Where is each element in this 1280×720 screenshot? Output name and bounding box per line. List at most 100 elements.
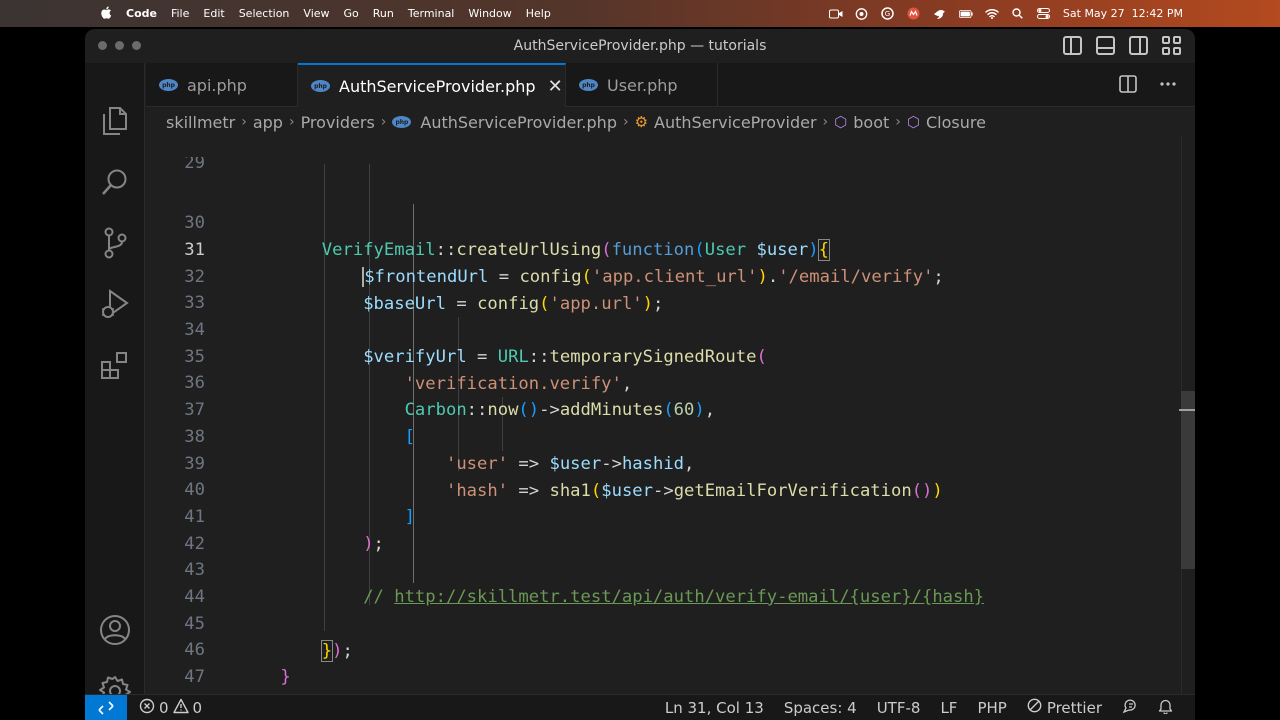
php-file-icon: php	[159, 79, 178, 91]
menu-file[interactable]: File	[171, 7, 189, 20]
breadcrumb: skillmetr › app › Providers › php AuthSe…	[146, 108, 1195, 136]
line-number: 29	[184, 157, 205, 170]
code-line: 44	[146, 557, 1195, 607]
menu-view[interactable]: View	[303, 7, 329, 20]
mail-icon[interactable]	[907, 7, 921, 20]
title-bar: AuthServiceProvider.php — tutorials	[85, 29, 1195, 63]
menu-help[interactable]: Help	[526, 7, 551, 20]
toggle-panel-icon[interactable]	[1096, 36, 1115, 55]
run-debug-icon[interactable]	[99, 288, 131, 320]
toggle-primary-sidebar-icon[interactable]	[1063, 36, 1082, 55]
remote-indicator-icon[interactable]	[85, 694, 127, 720]
chevron-right-icon: ›	[822, 114, 829, 130]
camera-icon[interactable]	[828, 8, 843, 20]
breadcrumb-item[interactable]: Providers	[301, 113, 375, 132]
tab-label: api.php	[187, 75, 247, 95]
language-mode[interactable]: PHP	[977, 699, 1006, 717]
tab-label: AuthServiceProvider.php	[339, 76, 536, 96]
chevron-right-icon: ›	[380, 114, 387, 130]
menu-run[interactable]: Run	[373, 7, 394, 20]
screen-share-icon[interactable]	[855, 7, 869, 20]
menubar-datetime[interactable]: Sat May 27 12:42 PM	[1063, 7, 1183, 20]
breadcrumb-item[interactable]: AuthServiceProvider.php	[420, 113, 617, 132]
code-line-current: 31 $frontendUrl = config('app.client_url…	[146, 210, 1195, 287]
search-icon[interactable]	[1011, 8, 1025, 20]
breadcrumb-item[interactable]: boot	[853, 113, 889, 132]
cursor-position[interactable]: Ln 31, Col 13	[665, 699, 764, 717]
macos-menu-bar: Code File Edit Selection View Go Run Ter…	[0, 0, 1280, 27]
tab-api-php[interactable]: php api.php	[146, 63, 298, 107]
error-icon	[139, 698, 155, 718]
menu-go[interactable]: Go	[344, 7, 359, 20]
menu-window[interactable]: Window	[468, 7, 511, 20]
encoding[interactable]: UTF-8	[877, 699, 921, 717]
apple-icon[interactable]	[98, 6, 114, 22]
source-control-icon[interactable]	[99, 227, 131, 259]
menu-app-name[interactable]: Code	[126, 7, 157, 20]
code-line: 43 // http://skillmetr.test/api/auth/ver…	[146, 530, 1195, 607]
vscode-window: AuthServiceProvider.php — tutorials php …	[85, 29, 1195, 720]
code-line: 35 'verification.verify',	[146, 317, 1195, 394]
code-editor[interactable]: 29 30 VerifyEmail::createUrlUsing(functi…	[146, 136, 1195, 714]
scrollbar-thumb[interactable]	[1181, 391, 1195, 569]
layout-controls	[1063, 36, 1181, 55]
close-tab-icon[interactable]: ✕	[548, 76, 563, 97]
tab-label: User.php	[607, 75, 678, 95]
battery-icon[interactable]	[958, 8, 973, 20]
prettier-label: Prettier	[1046, 698, 1102, 717]
close-window-button[interactable]	[98, 41, 107, 50]
control-center-icon[interactable]	[1037, 8, 1051, 20]
tab-user-php[interactable]: php User.php	[566, 63, 718, 107]
scrollbar-cursor-marker	[1179, 409, 1195, 411]
more-actions-icon[interactable]	[1159, 75, 1177, 98]
toggle-secondary-sidebar-icon[interactable]	[1129, 36, 1148, 55]
code-line: 47 }	[146, 637, 1195, 714]
extensions-icon[interactable]	[99, 349, 131, 381]
status-bar-right: Ln 31, Col 13 Spaces: 4 UTF-8 LF PHP Pre…	[665, 698, 1173, 718]
php-file-icon: php	[311, 80, 330, 92]
maximize-window-button[interactable]	[132, 41, 141, 50]
breadcrumb-item[interactable]: app	[253, 113, 283, 132]
split-editor-icon[interactable]	[1119, 75, 1137, 98]
vertical-scrollbar[interactable]	[1179, 136, 1195, 694]
code-line: 48	[146, 664, 1195, 714]
bird-icon[interactable]	[933, 8, 947, 20]
editor-tab-bar: php api.php php AuthServiceProvider.php …	[146, 63, 1195, 107]
warning-count: 0	[192, 698, 203, 717]
breadcrumb-item[interactable]: AuthServiceProvider	[654, 113, 817, 132]
code-line: 37 [	[146, 370, 1195, 447]
notifications-bell-icon[interactable]	[1158, 698, 1173, 718]
code-line: 34 $verifyUrl = URL::temporarySignedRout…	[146, 290, 1195, 367]
menu-edit[interactable]: Edit	[203, 7, 224, 20]
warning-icon	[172, 698, 189, 718]
minimize-window-button[interactable]	[115, 41, 124, 50]
code-line: 46 }	[146, 610, 1195, 687]
code-line: 38 'user' => $user->hashid,	[146, 397, 1195, 474]
code-line: 41 );	[146, 477, 1195, 554]
code-line: 33	[146, 263, 1195, 313]
tab-authserviceprovider-php[interactable]: php AuthServiceProvider.php ✕	[298, 63, 566, 107]
grammarly-icon[interactable]: G	[881, 7, 895, 20]
php-file-icon: php	[579, 79, 598, 91]
code-line: 32 $baseUrl = config('app.url');	[146, 237, 1195, 314]
breadcrumb-item[interactable]: skillmetr	[166, 113, 235, 132]
wifi-icon[interactable]	[985, 8, 999, 20]
search-icon[interactable]	[99, 166, 131, 198]
code-line: 39 'hash' => sha1($user->getEmailForVeri…	[146, 424, 1195, 501]
chevron-right-icon: ›	[288, 114, 295, 130]
explorer-icon[interactable]	[99, 105, 131, 137]
breadcrumb-item[interactable]: Closure	[926, 113, 986, 132]
window-title: AuthServiceProvider.php — tutorials	[513, 38, 767, 54]
indentation[interactable]: Spaces: 4	[784, 699, 857, 717]
prettier-status[interactable]: Prettier	[1027, 698, 1102, 717]
menu-terminal[interactable]: Terminal	[408, 7, 455, 20]
menu-selection[interactable]: Selection	[239, 7, 290, 20]
feedback-icon[interactable]	[1122, 698, 1138, 718]
end-of-line[interactable]: LF	[940, 699, 957, 717]
accounts-icon[interactable]	[99, 614, 131, 646]
customize-layout-icon[interactable]	[1162, 36, 1181, 55]
problems-indicator[interactable]: 0 0	[139, 698, 202, 718]
code-line: 42	[146, 504, 1195, 554]
code-line: 30 VerifyEmail::createUrlUsing(function(…	[146, 183, 1195, 261]
chevron-right-icon: ›	[241, 114, 247, 130]
